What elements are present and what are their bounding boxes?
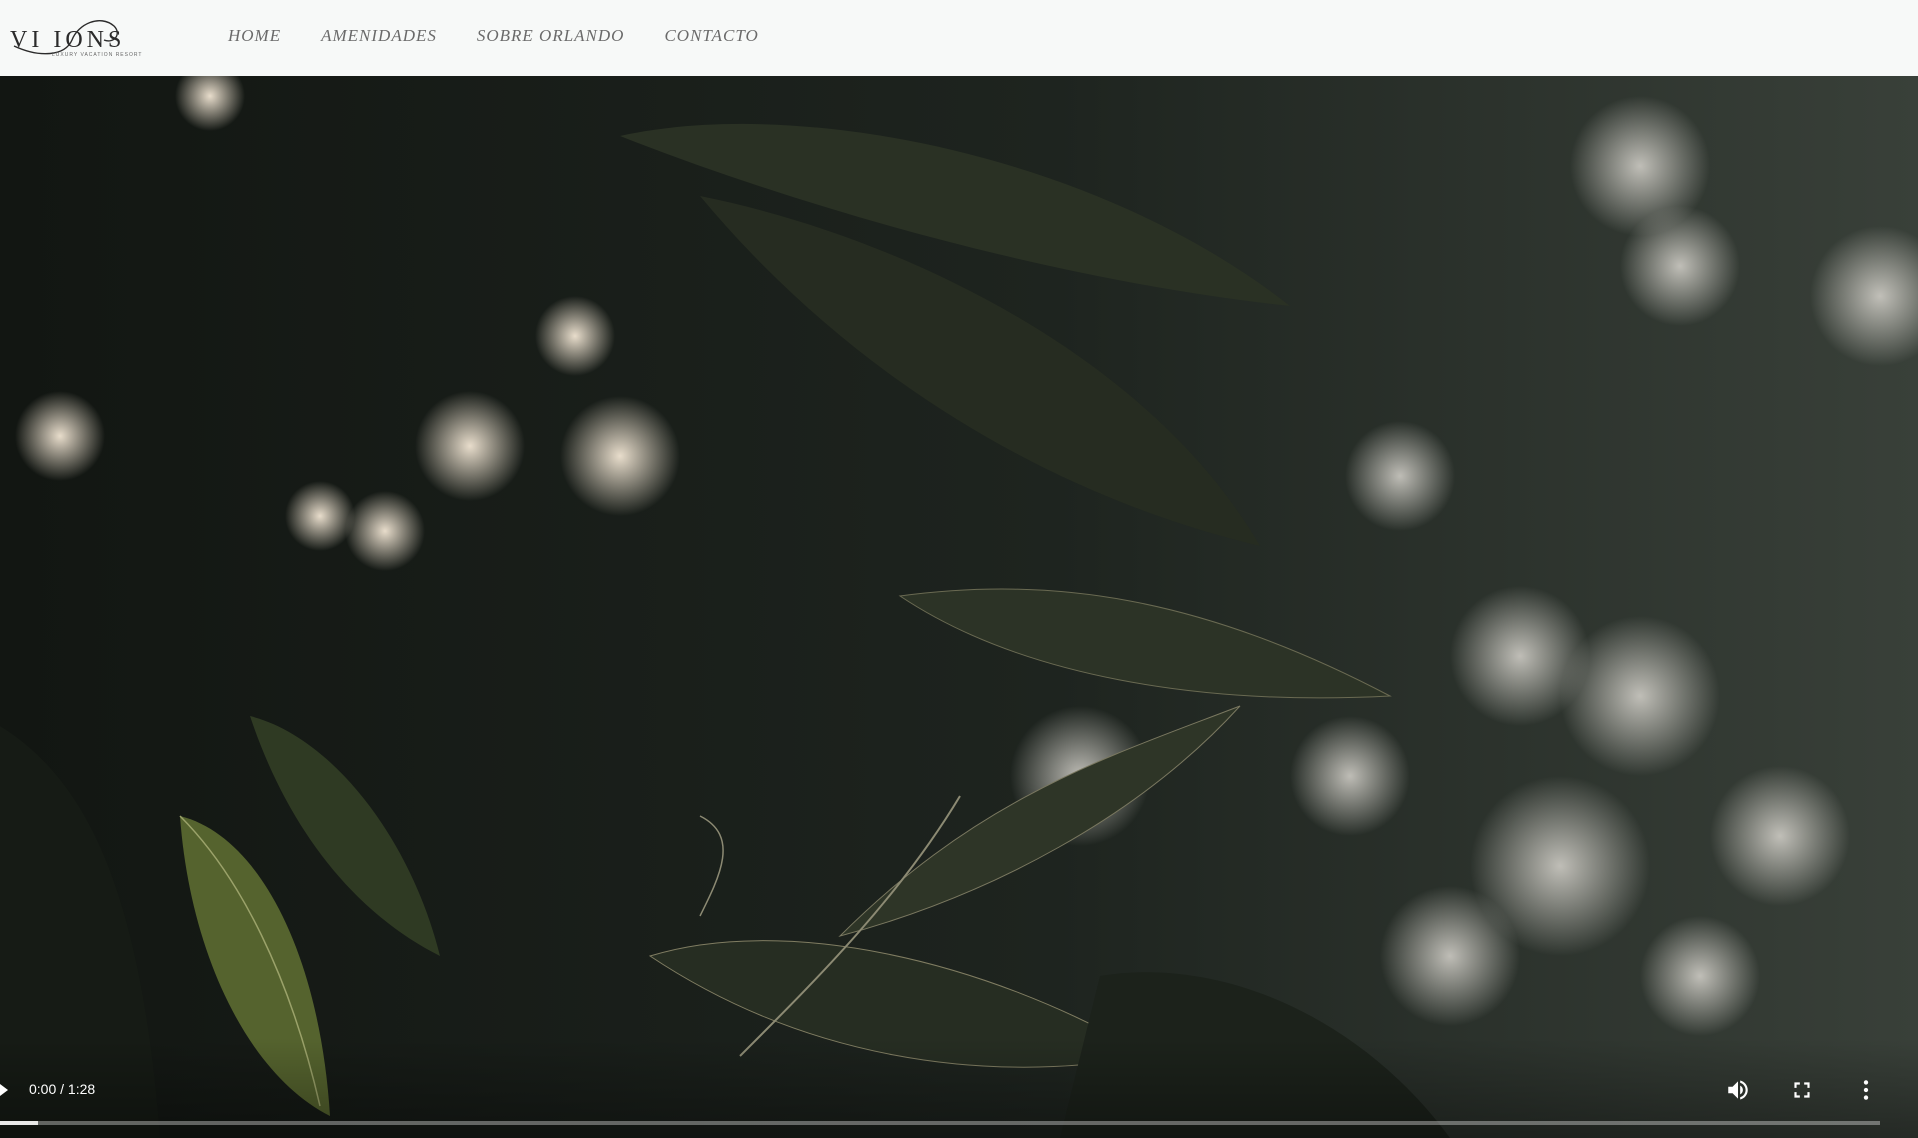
nav-item-sobre-orlando[interactable]: SOBRE ORLANDO	[477, 26, 625, 46]
brand-tagline: LUXURY VACATION RESORT	[52, 52, 143, 58]
nav-item-amenidades[interactable]: AMENIDADES	[321, 26, 437, 46]
nav-item-contacto[interactable]: CONTACTO	[664, 26, 758, 46]
volume-icon[interactable]	[1725, 1077, 1751, 1103]
main-nav: HOME AMENIDADES SOBRE ORLANDO CONTACTO	[228, 26, 759, 46]
play-icon[interactable]	[0, 1083, 10, 1096]
brand-logo[interactable]: VI IONS LUXURY VACATION RESORT	[10, 10, 141, 64]
hero-video[interactable]: 0:00 / 1:28	[0, 76, 1918, 1138]
video-time-display: 0:00 / 1:28	[29, 1081, 96, 1097]
video-frame-leaves	[0, 76, 1918, 1138]
site-header: VI IONS LUXURY VACATION RESORT HOME AMEN…	[0, 0, 1918, 76]
video-progress-fill	[0, 1121, 38, 1125]
more-vert-icon[interactable]	[1853, 1077, 1879, 1103]
video-progress-bar[interactable]	[0, 1121, 1880, 1125]
brand-name: VI IONS	[10, 27, 126, 53]
fullscreen-icon[interactable]	[1789, 1077, 1815, 1103]
video-controls: 0:00 / 1:28	[0, 1038, 1918, 1138]
nav-item-home[interactable]: HOME	[228, 26, 281, 46]
